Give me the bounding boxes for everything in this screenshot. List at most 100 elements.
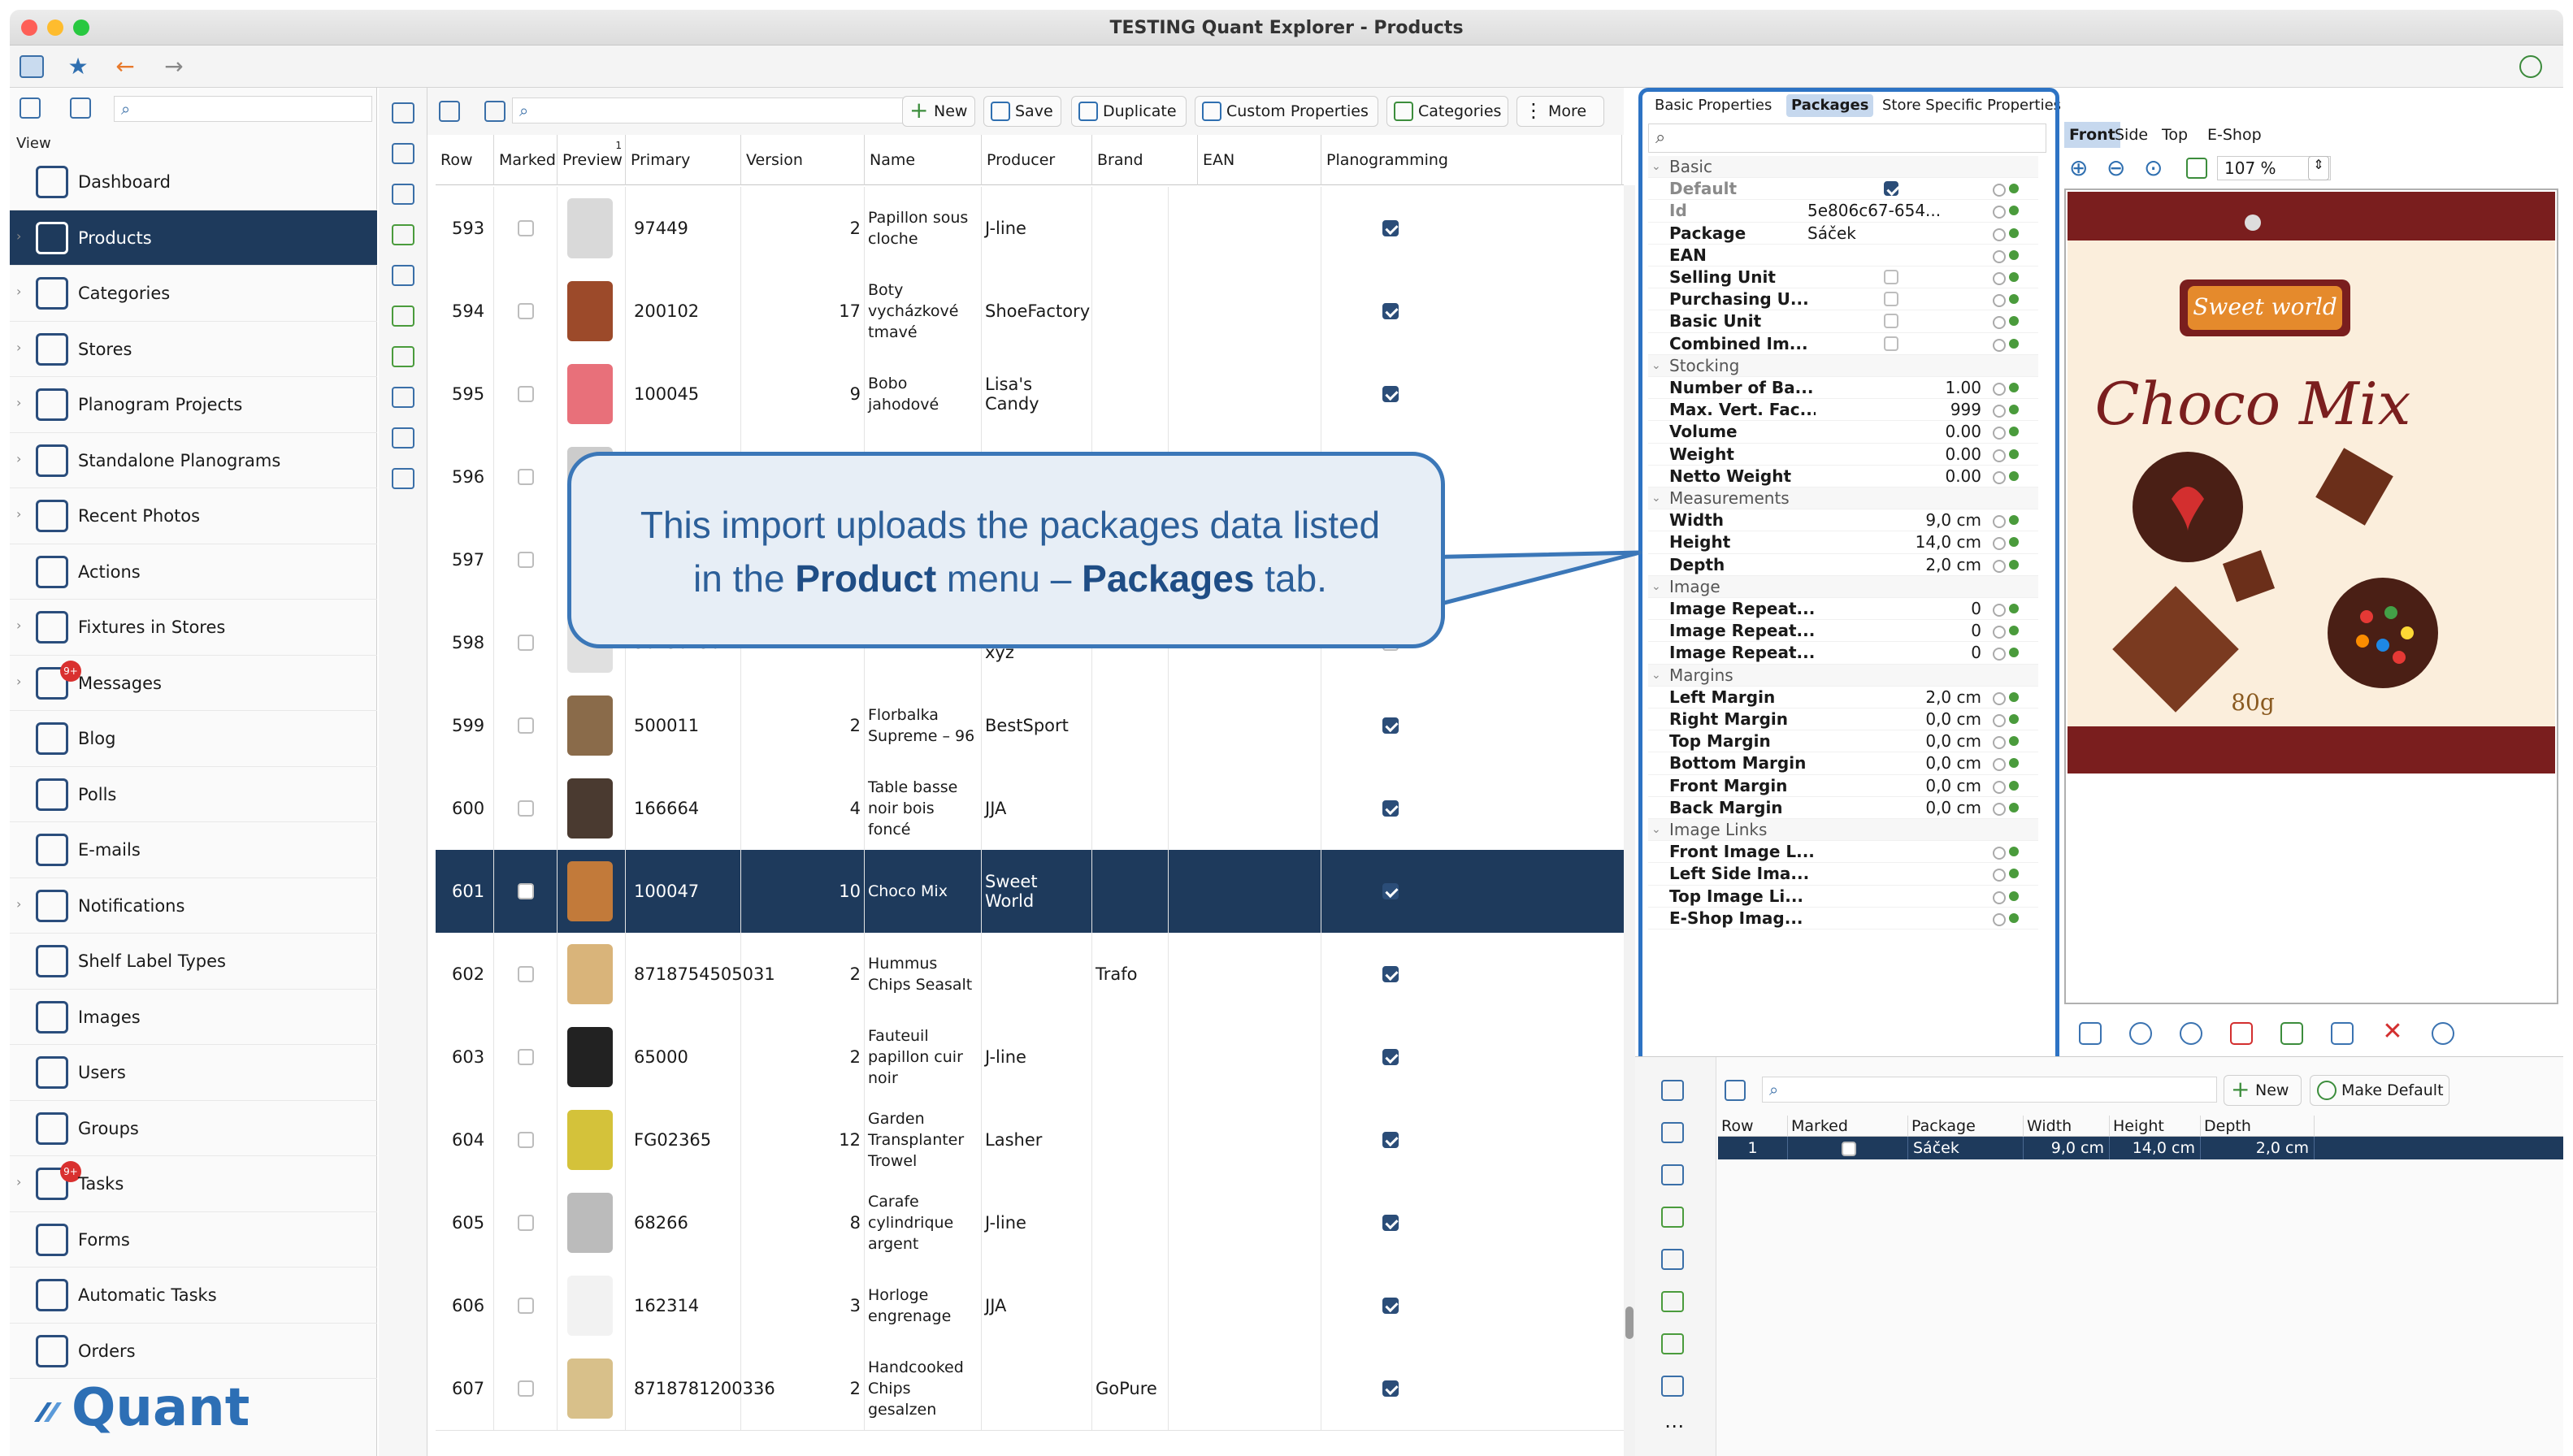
- marked-cell[interactable]: [494, 850, 558, 933]
- packages-column-row[interactable]: Row: [1718, 1116, 1788, 1137]
- more-button[interactable]: ⋮ More: [1516, 96, 1604, 127]
- chevron-right-icon[interactable]: ›: [16, 1174, 21, 1190]
- chevron-right-icon[interactable]: ›: [16, 674, 21, 689]
- list-icon[interactable]: [1661, 1249, 1684, 1270]
- preview-tab-e-shop[interactable]: E-Shop: [2202, 122, 2267, 148]
- planogramming-cell[interactable]: [1321, 933, 1460, 1016]
- excel-import-icon[interactable]: [1661, 1333, 1684, 1354]
- chevron-right-icon[interactable]: ›: [16, 451, 21, 466]
- planogramming-checkbox[interactable]: [1382, 717, 1399, 734]
- crop-icon[interactable]: [2230, 1022, 2253, 1045]
- marked-cell[interactable]: [494, 684, 558, 767]
- bar-chart-icon[interactable]: [392, 468, 414, 489]
- marked-cell[interactable]: [494, 1181, 558, 1264]
- chevron-right-icon[interactable]: ›: [16, 896, 21, 912]
- planogramming-checkbox[interactable]: [1382, 219, 1399, 236]
- marked-cell[interactable]: [494, 353, 558, 436]
- marked-checkbox[interactable]: [517, 717, 534, 734]
- back-arrow-icon[interactable]: ←: [111, 54, 140, 80]
- marked-checkbox[interactable]: [517, 219, 534, 236]
- duplicate-button[interactable]: Duplicate: [1071, 96, 1187, 127]
- packages-column-package[interactable]: Package: [1908, 1116, 2024, 1137]
- planogramming-cell[interactable]: [1321, 1264, 1460, 1347]
- vertical-scrollbar[interactable]: [1624, 185, 1635, 1456]
- table-row[interactable]: 605 68266 8 Carafe cylindrique argent J-line: [436, 1181, 1624, 1265]
- marked-checkbox[interactable]: [517, 302, 534, 319]
- marked-cell[interactable]: [494, 1264, 558, 1347]
- marked-checkbox[interactable]: [517, 1297, 534, 1314]
- packages-table-row[interactable]: 1 Sáček 9,0 cm 14,0 cm 2,0 cm: [1718, 1137, 2563, 1159]
- more-icon[interactable]: ⋯: [1664, 1415, 1684, 1437]
- chevron-right-icon[interactable]: ›: [16, 506, 21, 522]
- marked-checkbox[interactable]: [517, 965, 534, 982]
- marked-checkbox[interactable]: [517, 385, 534, 402]
- nav-item-actions[interactable]: Actions: [10, 544, 377, 600]
- preview-tab-side[interactable]: Side: [2110, 122, 2153, 148]
- clipboard-icon[interactable]: [392, 184, 414, 205]
- marked-checkbox[interactable]: [517, 634, 534, 651]
- list-icon[interactable]: [392, 265, 414, 286]
- delete-image-icon[interactable]: ✕: [2381, 1020, 2404, 1045]
- marked-cell[interactable]: [494, 187, 558, 270]
- packages-column-height[interactable]: Height: [2110, 1116, 2201, 1137]
- table-row[interactable]: 604 FG02365 12 Garden Transplanter Trowel La…: [436, 1098, 1624, 1182]
- refresh-icon[interactable]: [2180, 1022, 2202, 1045]
- planogramming-cell[interactable]: [1321, 1347, 1460, 1430]
- nav-item-tasks[interactable]: › 9+ Tasks: [10, 1156, 377, 1212]
- column-header-ean[interactable]: EAN: [1198, 135, 1321, 185]
- csv-icon[interactable]: [392, 387, 414, 408]
- copy-image-icon[interactable]: [2331, 1022, 2354, 1045]
- categories-button[interactable]: Categories: [1386, 96, 1508, 127]
- planogramming-checkbox[interactable]: [1382, 1380, 1399, 1397]
- marked-cell[interactable]: [494, 767, 558, 850]
- table-row[interactable]: 594 200102 17 Boty vycházkové tmavé ShoeFact…: [436, 270, 1624, 353]
- marked-cell[interactable]: [494, 436, 558, 518]
- star-icon[interactable]: ★: [63, 54, 93, 80]
- column-header-marked[interactable]: Marked: [494, 135, 558, 185]
- nav-item-categories[interactable]: › Categories: [10, 266, 377, 322]
- table-row[interactable]: 607 8718781200336 2 Handcooked Chips gesalz…: [436, 1347, 1624, 1431]
- packages-column-depth[interactable]: Depth: [2201, 1116, 2315, 1137]
- marked-cell[interactable]: [494, 1347, 558, 1430]
- packages-column-marked[interactable]: Marked: [1788, 1116, 1908, 1137]
- copy-icon[interactable]: [392, 143, 414, 164]
- marked-cell[interactable]: [494, 933, 558, 1016]
- column-header-primary-product-id[interactable]: Primary Product ID: [626, 135, 741, 219]
- clipboard-icon[interactable]: [1661, 1164, 1684, 1185]
- globe-icon[interactable]: [2129, 1022, 2152, 1045]
- flag-icon[interactable]: [392, 224, 414, 245]
- marked-checkbox[interactable]: [517, 1131, 534, 1148]
- nav-item-notifications[interactable]: › Notifications: [10, 878, 377, 934]
- products-search-input[interactable]: ⌕: [512, 98, 907, 124]
- column-header-preview[interactable]: Preview 1: [558, 135, 626, 185]
- table-row[interactable]: 593 97449 2 Papillon sous cloche J-line: [436, 187, 1624, 271]
- table-row[interactable]: 595 100045 9 Bobo jahodové Lisa's Candy: [436, 353, 1624, 436]
- marked-checkbox[interactable]: [517, 468, 534, 485]
- csv-icon[interactable]: [1661, 1376, 1684, 1397]
- check-all-icon[interactable]: [1661, 1080, 1684, 1101]
- check-all-icon[interactable]: [392, 102, 414, 124]
- table-row[interactable]: 602 8718754505031 2 Hummus Chips Seasalt Tra…: [436, 933, 1624, 1016]
- column-header-producer[interactable]: Producer: [982, 135, 1092, 185]
- chevron-right-icon[interactable]: ›: [16, 340, 21, 355]
- new-button[interactable]: + New: [902, 96, 975, 127]
- marked-checkbox[interactable]: [517, 800, 534, 817]
- custom-properties-button[interactable]: Custom Properties: [1195, 96, 1378, 127]
- column-header-name[interactable]: Name: [865, 135, 982, 185]
- packages-column-width[interactable]: Width: [2024, 1116, 2110, 1137]
- planogramming-cell[interactable]: [1321, 353, 1460, 436]
- chevron-right-icon[interactable]: ›: [16, 228, 21, 244]
- planogramming-checkbox[interactable]: [1382, 800, 1399, 817]
- planogramming-cell[interactable]: [1321, 1016, 1460, 1098]
- planogramming-checkbox[interactable]: [1382, 1214, 1399, 1231]
- nav-item-orders[interactable]: Orders: [10, 1324, 377, 1379]
- planogramming-checkbox[interactable]: [1382, 302, 1399, 319]
- marked-checkbox[interactable]: [517, 1214, 534, 1231]
- nav-item-shelf-label-types[interactable]: Shelf Label Types: [10, 934, 377, 990]
- nav-item-polls[interactable]: Polls: [10, 767, 377, 822]
- planogramming-checkbox[interactable]: [1382, 1297, 1399, 1314]
- column-header-row[interactable]: Row: [436, 135, 494, 185]
- marked-cell[interactable]: [494, 270, 558, 353]
- status-icon[interactable]: [2519, 55, 2542, 78]
- make-default-button[interactable]: Make Default: [2310, 1075, 2449, 1106]
